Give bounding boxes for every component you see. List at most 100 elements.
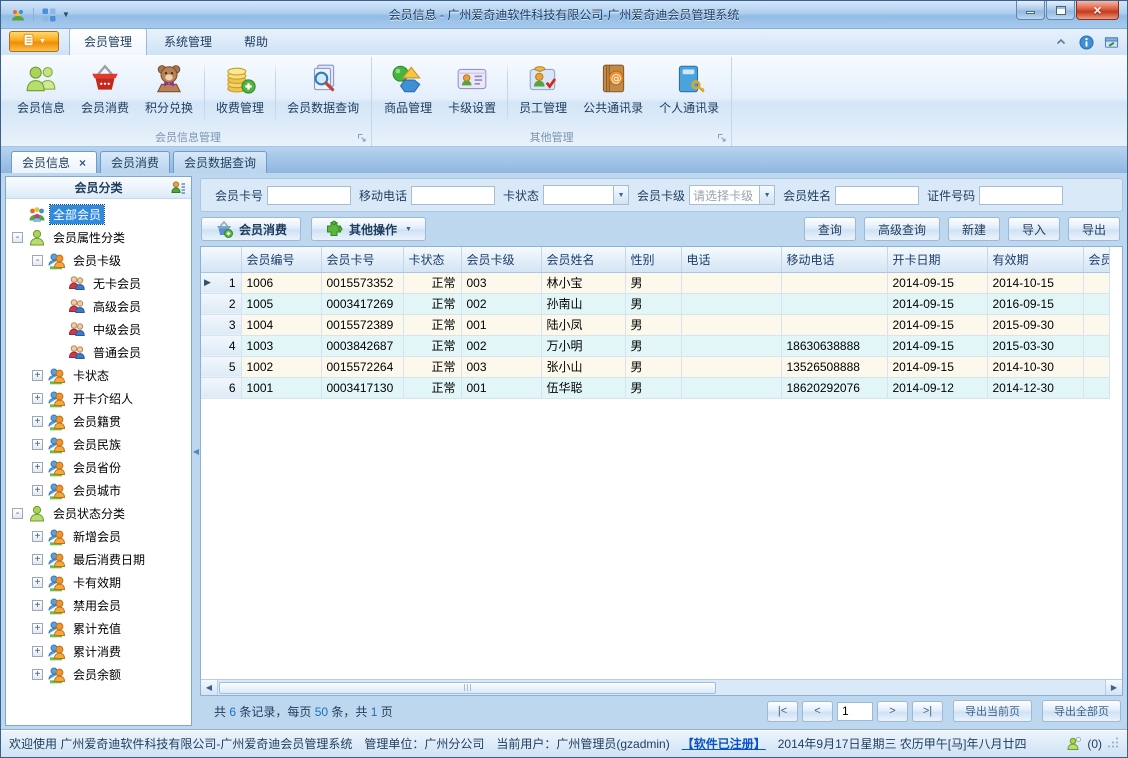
grid-cell[interactable]: 2014-09-15	[887, 272, 988, 294]
tree-item-member-card-level[interactable]: - 会员卡级	[6, 249, 191, 272]
other-operations-button[interactable]: 其他操作 ▼	[311, 217, 426, 241]
maximize-button[interactable]	[1046, 1, 1075, 20]
grid-cell[interactable]: 18620292076	[781, 377, 888, 399]
tree-item-mid-member[interactable]: 中级会员	[6, 318, 191, 341]
table-row[interactable]: ▶ 1 1006 0015573352 正常 003 林小宝男 2014-09-15 2014-…	[201, 272, 1110, 294]
expander-plus-icon[interactable]: +	[32, 646, 43, 657]
export-all-pages-button[interactable]: 导出全部页	[1042, 700, 1121, 722]
expander-plus-icon[interactable]: +	[32, 623, 43, 634]
tree-item-total-consume[interactable]: + 累计消费	[6, 640, 191, 663]
grid-cell[interactable]: 男	[625, 272, 682, 294]
export-button[interactable]: 导出	[1067, 217, 1120, 241]
expander-plus-icon[interactable]: +	[32, 462, 43, 473]
member-info-button[interactable]: 会员信息	[9, 59, 73, 128]
column-header-rowhead[interactable]	[201, 247, 242, 273]
member-category-icon[interactable]	[170, 180, 186, 196]
tree-item-senior-member[interactable]: 高级会员	[6, 295, 191, 318]
tree-item-total-recharge[interactable]: + 累计充值	[6, 617, 191, 640]
next-page-button[interactable]: >	[877, 700, 908, 722]
row-header[interactable]: 2	[201, 293, 242, 315]
application-menu-button[interactable]: ▼	[9, 31, 59, 52]
tree-item-member-status-category[interactable]: - 会员状态分类	[6, 502, 191, 525]
grid-cell[interactable]: 2014-10-15	[987, 272, 1084, 294]
dropdown-arrow-icon[interactable]: ▼	[759, 186, 775, 204]
row-header[interactable]: 4	[201, 335, 242, 357]
grid-cell[interactable]: 张小山	[541, 356, 626, 378]
tree-item-new-member[interactable]: + 新增会员	[6, 525, 191, 548]
column-header-member-partial[interactable]: 会员	[1083, 247, 1110, 273]
grid-cell[interactable]: 0015572389	[321, 314, 404, 336]
dialog-launcher-icon[interactable]	[717, 133, 727, 143]
grid-cell[interactable]: 男	[625, 293, 682, 315]
grid-cell[interactable]: 2014-12-30	[987, 377, 1084, 399]
goods-management-button[interactable]: 商品管理	[376, 59, 440, 128]
grid-cell[interactable]: 1002	[241, 356, 322, 378]
member-card-no-input[interactable]	[267, 185, 352, 205]
grid-cell[interactable]: 002	[461, 293, 542, 315]
cert-number-input[interactable]	[979, 185, 1064, 205]
column-header-open-card-date[interactable]: 开卡日期	[887, 247, 988, 273]
expander-minus-icon[interactable]: -	[12, 508, 23, 519]
grid-cell[interactable]	[1083, 272, 1110, 294]
online-user-icon[interactable]	[1066, 736, 1082, 752]
row-header[interactable]: 6	[201, 377, 242, 399]
expander-plus-icon[interactable]: +	[32, 554, 43, 565]
export-current-page-button[interactable]: 导出当前页	[953, 700, 1032, 722]
tree-item-card-valid-period[interactable]: + 卡有效期	[6, 571, 191, 594]
grid-cell[interactable]	[781, 272, 888, 294]
column-header-member-name[interactable]: 会员姓名	[541, 247, 626, 273]
grid-cell[interactable]	[681, 377, 782, 399]
expander-plus-icon[interactable]: +	[32, 370, 43, 381]
software-registered-link[interactable]: 【软件已注册】	[682, 735, 766, 752]
tree-item-member-attr-category[interactable]: - 会员属性分类	[6, 226, 191, 249]
table-row[interactable]: 6 1001 0003417130 正常 001 伍华聪男 18620292076 2014-…	[201, 377, 1110, 399]
row-header[interactable]: ▶ 1	[201, 272, 242, 294]
member-consume-button[interactable]: 会员消费	[201, 217, 302, 241]
public-contacts-button[interactable]: @ 公共通讯录	[575, 59, 651, 128]
close-tab-icon[interactable]: ×	[79, 157, 86, 169]
doc-tab-member-info[interactable]: 会员信息 ×	[11, 151, 98, 173]
tree-item-member-balance[interactable]: + 会员余额	[6, 663, 191, 686]
grid-cell[interactable]: 1004	[241, 314, 322, 336]
minimize-button[interactable]	[1016, 1, 1045, 20]
dropdown-arrow-icon[interactable]: ▼	[613, 186, 629, 204]
grid-cell[interactable]: 0015573352	[321, 272, 404, 294]
grid-cell[interactable]	[681, 293, 782, 315]
grid-cell[interactable]: 003	[461, 272, 542, 294]
grid-cell[interactable]: 正常	[403, 335, 462, 357]
grid-cell[interactable]: 1006	[241, 272, 322, 294]
tree-item-disabled-member[interactable]: + 禁用会员	[6, 594, 191, 617]
grid-cell[interactable]: 2014-09-15	[887, 335, 988, 357]
scrollbar-thumb[interactable]	[219, 681, 717, 694]
points-exchange-button[interactable]: 积分兑换	[137, 59, 201, 128]
grid-cell[interactable]: 2014-09-12	[887, 377, 988, 399]
mobile-phone-input[interactable]	[411, 185, 496, 205]
table-row[interactable]: 5 1002 0015572264 正常 003 张小山男 13526508888 2014-…	[201, 356, 1110, 378]
grid-cell[interactable]	[781, 314, 888, 336]
grid-cell[interactable]	[1083, 335, 1110, 357]
member-card-level-combo[interactable]: 请选择卡级 ▼	[689, 185, 776, 205]
grid-cell[interactable]	[1083, 377, 1110, 399]
expander-minus-icon[interactable]: -	[12, 232, 23, 243]
fee-management-button[interactable]: 收费管理	[208, 59, 272, 128]
scroll-right-icon[interactable]: ▶	[1105, 680, 1122, 695]
doc-tab-member-data-query[interactable]: 会员数据查询	[173, 151, 268, 173]
grid-cell[interactable]: 003	[461, 356, 542, 378]
grid-cell[interactable]: 1005	[241, 293, 322, 315]
tree-item-card-introducer[interactable]: + 开卡介绍人	[6, 387, 191, 410]
grid-cell[interactable]: 伍华聪	[541, 377, 626, 399]
column-header-member-card-no[interactable]: 会员卡号	[321, 247, 404, 273]
column-header-phone[interactable]: 电话	[681, 247, 782, 273]
tree-item-no-card-member[interactable]: 无卡会员	[6, 272, 191, 295]
member-name-input[interactable]	[835, 185, 920, 205]
prev-page-button[interactable]: <	[802, 700, 833, 722]
scroll-left-icon[interactable]: ◀	[201, 680, 218, 695]
horizontal-scrollbar[interactable]: ◀ ▶	[201, 679, 1122, 695]
new-button[interactable]: 新建	[947, 217, 1000, 241]
grid-cell[interactable]: 正常	[403, 293, 462, 315]
grid-cell[interactable]	[681, 272, 782, 294]
grid-cell[interactable]: 1003	[241, 335, 322, 357]
grid-cell[interactable]: 2014-09-15	[887, 356, 988, 378]
table-row[interactable]: 3 1004 0015572389 正常 001 陆小凤男 2014-09-15 2015-0…	[201, 314, 1110, 336]
grid-cell[interactable]: 0003417269	[321, 293, 404, 315]
